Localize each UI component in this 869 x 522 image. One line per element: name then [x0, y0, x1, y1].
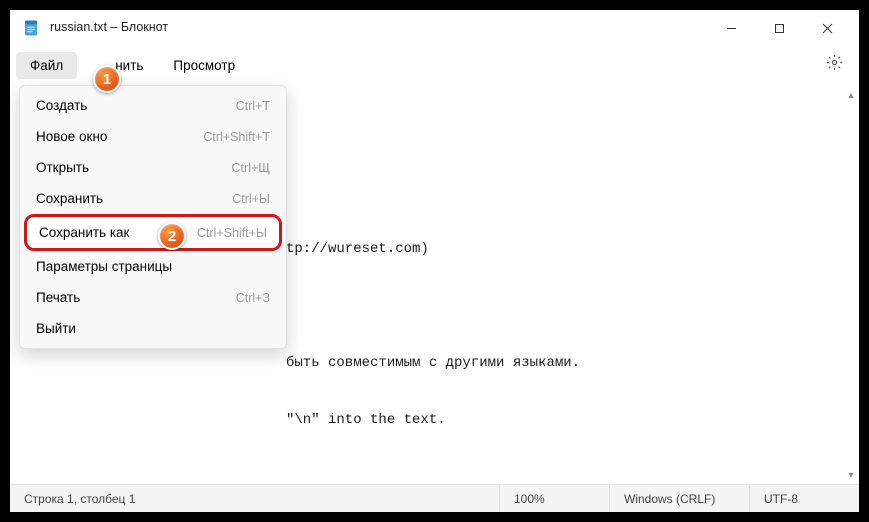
scrollbar[interactable]: ▴ ▾ — [844, 88, 858, 482]
menu-item-label: Создать — [36, 98, 87, 113]
editor-line-partial: "\n" into the text. — [18, 411, 851, 430]
menu-item-label: Параметры страницы — [36, 259, 172, 274]
menu-view[interactable]: Просмотр — [159, 52, 249, 79]
menu-item-label: Сохранить — [36, 191, 103, 206]
menu-item-shortcut: Ctrl+Ы — [232, 192, 270, 206]
annotation-badge-2: 2 — [158, 222, 186, 250]
menu-item-shortcut: Ctrl+Shift+Ы — [197, 226, 267, 240]
menu-item-открыть[interactable]: Открыть Ctrl+Щ — [24, 152, 282, 183]
status-encoding: UTF-8 — [749, 485, 859, 512]
scroll-down-button[interactable]: ▾ — [844, 468, 858, 482]
menu-item-новое-окно[interactable]: Новое окно Ctrl+Shift+T — [24, 121, 282, 152]
notepad-window: russian.txt – Блокнот Файл нить Просмотр… — [10, 10, 859, 512]
menu-item-label: Печать — [36, 290, 80, 305]
menu-item-сохранить[interactable]: Сохранить Ctrl+Ы — [24, 183, 282, 214]
menu-item-создать[interactable]: Создать Ctrl+T — [24, 90, 282, 121]
editor-line-partial: быть совместимым с другими языками. — [18, 354, 851, 373]
scroll-up-button[interactable]: ▴ — [844, 88, 858, 102]
minimize-button[interactable] — [707, 12, 755, 44]
menubar: Файл нить Просмотр — [10, 46, 859, 84]
menu-item-shortcut: Ctrl+Щ — [232, 161, 270, 175]
menu-file[interactable]: Файл — [16, 52, 77, 79]
window-controls — [707, 12, 851, 44]
window-title: russian.txt – Блокнот — [50, 20, 707, 36]
file-menu-dropdown: Создать Ctrl+T Новое окно Ctrl+Shift+T Откры… — [19, 85, 287, 349]
annotation-badge-1: 1 — [93, 65, 121, 93]
menu-item-параметры-страницы[interactable]: Параметры страницы — [24, 251, 282, 282]
menu-item-label: Выйти — [36, 321, 76, 336]
menu-item-shortcut: Ctrl+З — [236, 291, 270, 305]
menu-item-label: Сохранить как — [39, 225, 129, 240]
menu-item-выйти[interactable]: Выйти — [24, 313, 282, 344]
close-button[interactable] — [803, 12, 851, 44]
notepad-icon — [22, 19, 40, 37]
menu-item-label: Открыть — [36, 160, 89, 175]
menu-item-shortcut: Ctrl+T — [236, 99, 270, 113]
status-eol: Windows (CRLF) — [609, 485, 749, 512]
status-zoom: 100% — [499, 485, 609, 512]
maximize-button[interactable] — [755, 12, 803, 44]
titlebar: russian.txt – Блокнот — [10, 10, 859, 46]
menu-item-shortcut: Ctrl+Shift+T — [203, 130, 270, 144]
gear-icon — [826, 54, 843, 71]
statusbar: Строка 1, столбец 1 100% Windows (CRLF) … — [10, 484, 859, 512]
settings-button[interactable] — [816, 48, 853, 82]
menu-item-label: Новое окно — [36, 129, 107, 144]
menu-item-печать[interactable]: Печать Ctrl+З — [24, 282, 282, 313]
status-position: Строка 1, столбец 1 — [10, 485, 499, 512]
menu-item-сохранить-как[interactable]: Сохранить как Ctrl+Shift+Ы — [24, 214, 282, 251]
